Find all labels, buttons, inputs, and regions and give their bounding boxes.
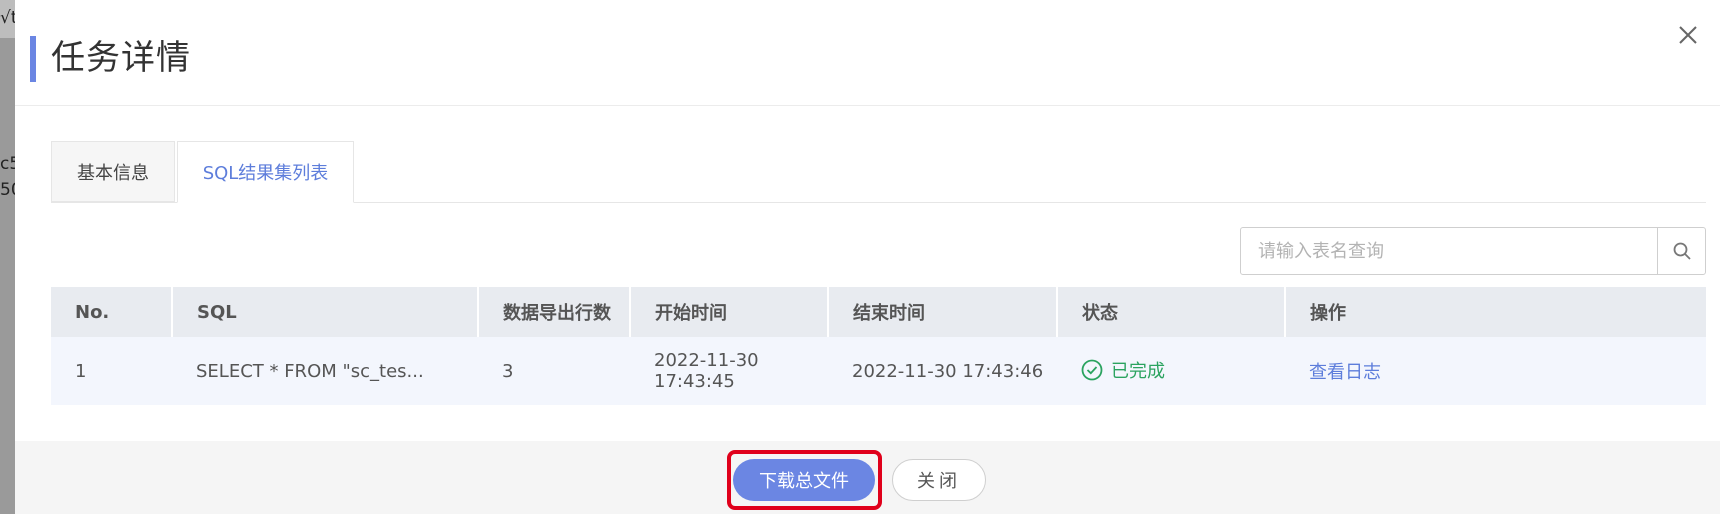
status-badge: 已完成 xyxy=(1081,357,1165,383)
close-button[interactable]: 关闭 xyxy=(892,459,986,501)
backdrop-text: c5 xyxy=(0,154,15,174)
sql-result-table: No. SQL 数据导出行数 开始时间 结束时间 状态 操作 1 SELECT … xyxy=(51,287,1706,405)
view-log-link[interactable]: 查看日志 xyxy=(1309,362,1381,383)
cell-export-rows: 3 xyxy=(478,337,630,405)
close-icon[interactable] xyxy=(1675,22,1701,48)
title-accent-bar xyxy=(30,36,36,82)
search-box xyxy=(1240,227,1706,275)
task-detail-dialog: 任务详情 基本信息 SQL结果集列表 No. SQL 数据导出行数 开始时间 xyxy=(15,0,1720,514)
backdrop: √t c5 50 xyxy=(0,0,15,514)
column-header-sql: SQL xyxy=(172,287,479,337)
column-header-status: 状态 xyxy=(1057,287,1286,337)
cell-status: 已完成 xyxy=(1057,337,1285,405)
cell-start-time: 2022-11-30 17:43:45 xyxy=(630,337,828,405)
backdrop-text: √t xyxy=(0,8,15,28)
dialog-title: 任务详情 xyxy=(51,38,191,78)
search-button[interactable] xyxy=(1657,228,1705,274)
column-header-no: No. xyxy=(51,287,173,337)
search-input[interactable] xyxy=(1241,228,1641,274)
cell-sql: SELECT * FROM "sc_tes... xyxy=(172,337,478,405)
cell-action: 查看日志 xyxy=(1285,337,1706,405)
table-header-row: No. SQL 数据导出行数 开始时间 结束时间 状态 操作 xyxy=(51,287,1706,337)
tab-basic-info[interactable]: 基本信息 xyxy=(51,141,175,202)
status-text: 已完成 xyxy=(1111,360,1165,382)
search-icon xyxy=(1673,242,1691,260)
cell-no: 1 xyxy=(51,337,172,405)
column-header-end-time: 结束时间 xyxy=(828,287,1058,337)
header-divider xyxy=(15,105,1720,106)
highlight-annotation xyxy=(727,450,882,510)
backdrop-text: 50 xyxy=(0,180,15,200)
table-row: 1 SELECT * FROM "sc_tes... 3 2022-11-30 … xyxy=(51,337,1706,405)
column-header-action: 操作 xyxy=(1285,287,1706,337)
column-header-start-time: 开始时间 xyxy=(630,287,829,337)
tab-sql-result-list[interactable]: SQL结果集列表 xyxy=(177,141,354,203)
check-circle-icon xyxy=(1081,359,1103,380)
column-header-export-rows: 数据导出行数 xyxy=(478,287,631,337)
tab-bar: 基本信息 SQL结果集列表 xyxy=(51,141,1706,203)
cell-end-time: 2022-11-30 17:43:46 xyxy=(828,337,1057,405)
